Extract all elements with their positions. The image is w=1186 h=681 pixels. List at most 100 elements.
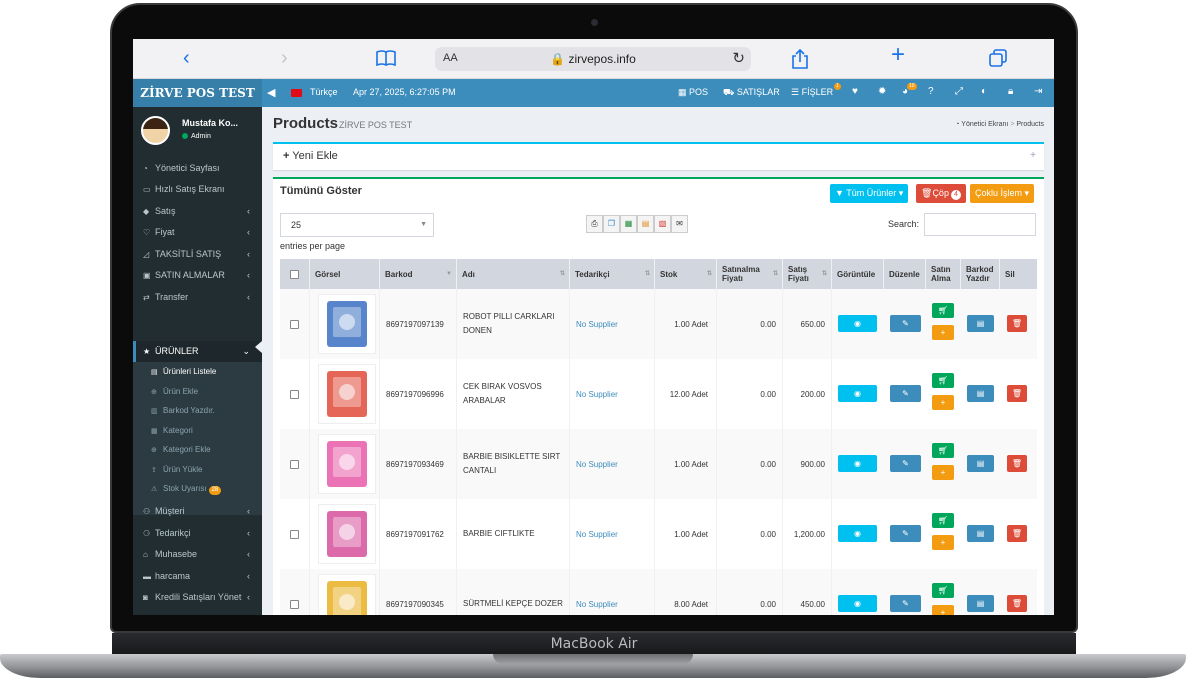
view-button[interactable]: ◉	[838, 525, 877, 542]
sidebar-item-purchases[interactable]: ▣ SATIN ALMALAR ‹	[133, 265, 262, 286]
address-bar[interactable]: AA 🔒 zirvepos.info ↻	[435, 47, 751, 71]
submenu-item-stock-alert[interactable]: ⚠ Stok Uyarısı 28	[133, 479, 262, 499]
product-thumbnail[interactable]	[318, 504, 376, 564]
column-header-barcode[interactable]: Barkod ▼	[380, 259, 457, 289]
copy-icon[interactable]: ❐	[603, 215, 620, 233]
trash-button[interactable]: 🗑︎Çöp 4	[916, 184, 966, 203]
sidebar-item-sales[interactable]: ◆ Satış ‹	[133, 201, 262, 222]
excel-icon[interactable]: ▦	[620, 215, 637, 233]
submenu-item-add-product[interactable]: ⊕ Ürün Ekle	[133, 382, 262, 402]
column-header-purchase-price[interactable]: Satınalma Fiyatı ⇅	[717, 259, 783, 289]
edit-button[interactable]: ✎	[890, 315, 921, 332]
pdf-icon[interactable]: ▧	[654, 215, 671, 233]
lock-screen-icon[interactable]: 🔒︎	[1008, 86, 1013, 97]
purchase-cart-button[interactable]: 🛒︎	[932, 443, 954, 458]
sidebar-item-credit-sales[interactable]: ◙ Kredili Satışları Yönet ‹	[133, 587, 262, 608]
row-checkbox[interactable]	[290, 529, 299, 539]
pos-nav-button[interactable]: ▦ POS	[678, 87, 708, 98]
fullscreen-icon[interactable]: ⤢	[955, 86, 963, 97]
product-thumbnail[interactable]	[318, 574, 376, 615]
print-barcode-button[interactable]: ▤	[967, 455, 994, 472]
sales-nav-button[interactable]: ⛟ SATIŞLAR	[723, 87, 780, 99]
view-button[interactable]: ◉	[838, 315, 877, 332]
add-purchase-button[interactable]: +	[932, 535, 954, 550]
product-thumbnail[interactable]	[318, 294, 376, 354]
settings-gear-icon[interactable]: ✹	[878, 86, 886, 97]
submenu-item-category[interactable]: ▦ Kategori	[133, 421, 262, 441]
row-checkbox[interactable]	[290, 459, 299, 469]
add-new-title[interactable]: + Yeni Ekle	[283, 150, 338, 162]
print-barcode-button[interactable]: ▤	[967, 385, 994, 402]
purchase-cart-button[interactable]: 🛒︎	[932, 513, 954, 528]
bookmarks-icon[interactable]	[376, 50, 396, 70]
new-tab-icon[interactable]: +	[891, 43, 905, 67]
row-checkbox[interactable]	[290, 319, 299, 329]
print-barcode-button[interactable]: ▤	[967, 595, 994, 612]
back-icon[interactable]: ‹	[183, 48, 190, 68]
logout-icon[interactable]: ⇥	[1034, 86, 1042, 97]
brand-logo[interactable]: ZİRVE POS TEST	[133, 79, 262, 107]
delete-button[interactable]: 🗑︎	[1007, 455, 1027, 472]
purchase-cart-button[interactable]: 🛒︎	[932, 373, 954, 388]
forward-icon[interactable]: ›	[281, 48, 288, 68]
help-icon[interactable]: ?	[928, 86, 934, 97]
product-thumbnail[interactable]	[318, 364, 376, 424]
submenu-item-print-barcode[interactable]: ▥ Barkod Yazdır.	[133, 401, 262, 421]
supplier-link[interactable]: No Supplier	[570, 569, 655, 615]
view-button[interactable]: ◉	[838, 455, 877, 472]
add-purchase-button[interactable]: +	[932, 465, 954, 480]
sidebar-item-accounting[interactable]: ⌂ Muhasebe ‹	[133, 544, 262, 565]
supplier-link[interactable]: No Supplier	[570, 429, 655, 499]
row-checkbox[interactable]	[290, 599, 299, 609]
column-header-stock[interactable]: Stok ⇅	[655, 259, 717, 289]
submenu-item-add-category[interactable]: ⊕ Kategori Ekle	[133, 440, 262, 460]
submenu-item-list-products[interactable]: ▤ Ürünleri Listele	[133, 362, 262, 382]
edit-button[interactable]: ✎	[890, 455, 921, 472]
product-thumbnail[interactable]	[318, 434, 376, 494]
supplier-link[interactable]: No Supplier	[570, 289, 655, 359]
edit-button[interactable]: ✎	[890, 595, 921, 612]
supplier-link[interactable]: No Supplier	[570, 359, 655, 429]
expand-icon[interactable]: +	[1030, 150, 1036, 161]
delete-button[interactable]: 🗑︎	[1007, 385, 1027, 402]
sidebar-item-dashboard[interactable]: ◔ Yönetici Sayfası	[133, 158, 262, 179]
view-button[interactable]: ◉	[838, 385, 877, 402]
print-barcode-button[interactable]: ▤	[967, 525, 994, 542]
sidebar-item-installment[interactable]: ◿ TAKSİTLİ SATIŞ ‹	[133, 244, 262, 265]
sidebar-item-transfer[interactable]: ⇄ Transfer ‹	[133, 287, 262, 308]
theme-icon[interactable]: ◐	[981, 86, 987, 97]
csv-icon[interactable]: ▤	[637, 215, 654, 233]
share-icon[interactable]	[792, 48, 808, 73]
submenu-item-upload-products[interactable]: ⇪ Ürün Yükle	[133, 460, 262, 480]
search-input[interactable]	[924, 213, 1036, 236]
sidebar-item-price[interactable]: ♡ Fiyat ‹	[133, 222, 262, 243]
purchase-cart-button[interactable]: 🛒︎	[932, 303, 954, 318]
select-all-checkbox[interactable]	[290, 269, 299, 279]
delete-button[interactable]: 🗑︎	[1007, 315, 1027, 332]
all-products-filter-button[interactable]: ▼ Tüm Ürünler ▾	[830, 184, 909, 203]
print-icon[interactable]: ⎙	[586, 215, 603, 233]
sidebar-item-supplier[interactable]: ⚆ Tedarikçi ‹	[133, 523, 262, 544]
reload-icon[interactable]: ↻	[732, 49, 745, 67]
column-header-supplier[interactable]: Tedarikçi ⇅	[570, 259, 655, 289]
column-header-sale-price[interactable]: Satış Fiyatı ⇅	[783, 259, 832, 289]
add-purchase-button[interactable]: +	[932, 605, 954, 615]
supplier-link[interactable]: No Supplier	[570, 499, 655, 569]
breadcrumb-home[interactable]: Yönetici Ekranı	[961, 121, 1008, 128]
column-header-image[interactable]: Görsel	[310, 259, 380, 289]
tabs-overview-icon[interactable]	[989, 49, 1007, 71]
avatar[interactable]	[141, 116, 170, 145]
column-header-name[interactable]: Adı ⇅	[457, 259, 570, 289]
sidebar-toggle-icon[interactable]: ◀	[267, 86, 275, 99]
add-new-box[interactable]: + Yeni Ekle +	[273, 142, 1044, 170]
sidebar-item-quick-sale[interactable]: ▭ Hızlı Satış Ekranı	[133, 179, 262, 200]
language-selector[interactable]: Türkçe	[310, 87, 338, 97]
sidebar-item-reports[interactable]: ▧Raporlar‹	[133, 609, 262, 615]
print-barcode-button[interactable]: ▤	[967, 315, 994, 332]
page-length-select[interactable]: 25 ▼	[280, 213, 434, 237]
row-checkbox[interactable]	[290, 389, 299, 399]
purchase-cart-button[interactable]: 🛒︎	[932, 583, 954, 598]
view-button[interactable]: ◉	[838, 595, 877, 612]
delete-button[interactable]: 🗑︎	[1007, 595, 1027, 612]
bulk-action-button[interactable]: Çoklu İşlem ▾	[970, 184, 1035, 203]
